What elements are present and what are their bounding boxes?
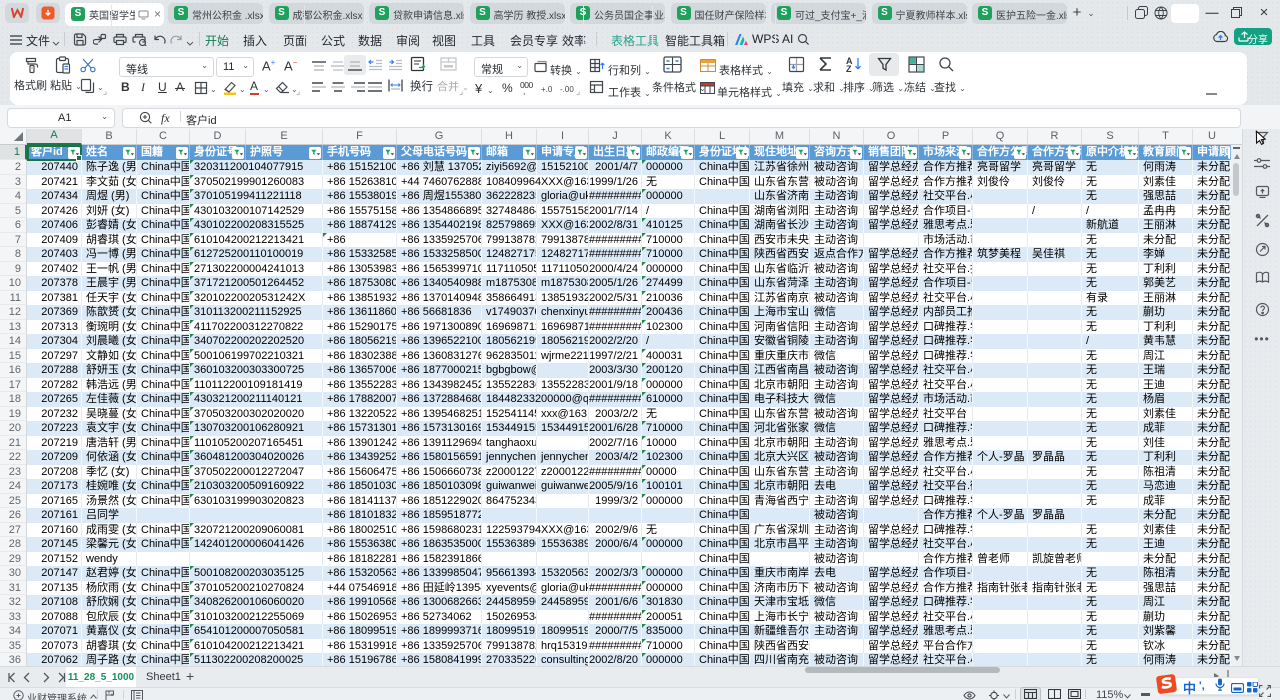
svg-text:+.0: +.0 xyxy=(541,85,553,94)
svg-text:Z: Z xyxy=(846,64,852,72)
svg-text:-.00: -.00 xyxy=(560,85,574,94)
